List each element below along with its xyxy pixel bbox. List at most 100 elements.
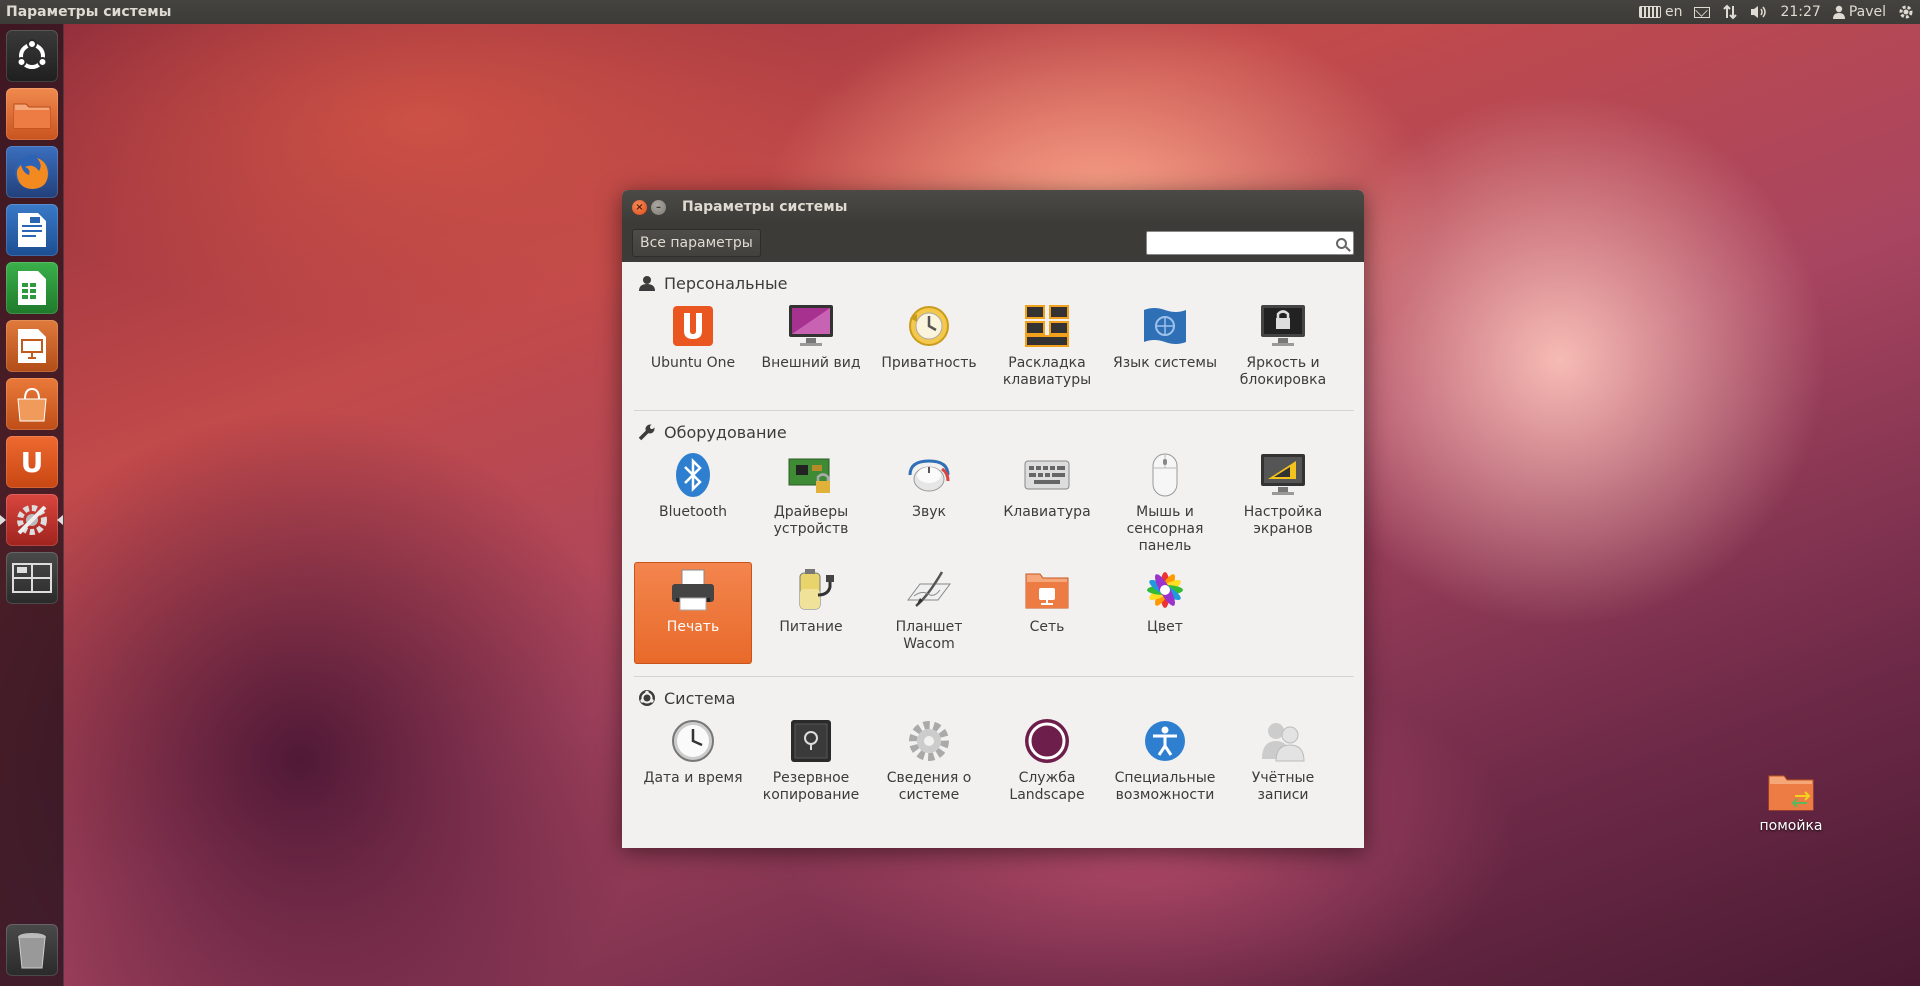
gear-icon [1899,5,1913,19]
launcher-writer[interactable] [6,204,58,256]
top-panel: Параметры системы en 21:27 Pavel [0,0,1920,24]
tile-color[interactable]: Цвет [1106,562,1224,664]
launcher-firefox[interactable] [6,146,58,198]
tile-printing[interactable]: Печать [634,562,752,664]
ubuntu-one-icon: U [20,445,44,479]
spreadsheet-icon [18,271,46,305]
tile-language[interactable]: Язык системы [1106,298,1224,398]
clock[interactable]: 21:27 [1780,4,1820,20]
section-system-grid: Дата и время Резервное копирование Сведе… [634,713,1354,813]
dash-button[interactable] [6,30,58,82]
tile-system-info[interactable]: Сведения о системе [870,713,988,813]
launcher: U [0,24,64,986]
users-icon [1260,718,1306,764]
tile-sound[interactable]: Звук [870,447,988,562]
settings-tools-icon [17,505,47,535]
printer-icon [670,567,716,613]
tile-brightness-lock[interactable]: Яркость и блокировка [1224,298,1342,398]
document-icon [18,213,46,247]
search-box[interactable] [1146,231,1354,255]
launcher-system-settings[interactable] [6,494,58,546]
minimize-button[interactable]: – [651,199,666,215]
wrench-icon [638,423,656,441]
language-flag-icon [1142,303,1188,349]
search-input[interactable] [1153,235,1336,251]
keyboard-indicator[interactable]: en [1638,4,1683,20]
tile-bluetooth[interactable]: Bluetooth [634,447,752,562]
mouse-icon [1142,452,1188,498]
section-separator [634,676,1354,677]
landscape-icon [1024,718,1070,764]
window-titlebar[interactable]: × – Параметры системы [622,190,1364,224]
user-menu[interactable]: Pavel [1832,4,1886,20]
section-hardware-grid: Bluetooth Драйверы устройств Звук Клавиа… [634,447,1354,664]
workspaces-icon [12,563,52,593]
bluetooth-icon [670,452,716,498]
user-icon [1832,5,1845,19]
window-toolbar: Все параметры [622,224,1364,262]
monitor-lock-icon [1260,303,1306,349]
tile-displays[interactable]: Настройка экранов [1224,447,1342,562]
user-name: Pavel [1848,4,1886,20]
tile-privacy[interactable]: Приватность [870,298,988,398]
tile-user-accounts[interactable]: Учётные записи [1224,713,1342,813]
section-personal-title: Персональные [664,273,788,293]
volume-knob-icon [906,452,952,498]
tile-wacom[interactable]: Планшет Wacom [870,562,988,664]
tile-power[interactable]: Питание [752,562,870,664]
safe-icon [788,718,834,764]
tile-ubuntu-one[interactable]: Ubuntu One [634,298,752,398]
display-settings-icon [1260,452,1306,498]
section-system-title: Система [664,688,736,708]
tile-landscape[interactable]: Служба Landscape [988,713,1106,813]
search-icon [1336,237,1347,249]
section-hardware-header: Оборудование [634,417,1354,447]
tile-drivers[interactable]: Драйверы устройств [752,447,870,562]
launcher-files[interactable] [6,88,58,140]
desktop-folder-label: помойка [1759,818,1823,834]
tile-date-time[interactable]: Дата и время [634,713,752,813]
tile-mouse[interactable]: Мышь и сенсорная панель [1106,447,1224,562]
launcher-impress[interactable] [6,320,58,372]
tile-appearance[interactable]: Внешний вид [752,298,870,398]
color-flower-icon [1142,567,1188,613]
tile-backup[interactable]: Резервное копирование [752,713,870,813]
folder-icon [1768,775,1814,811]
running-indicator [0,515,6,525]
keyboard-layout: en [1664,4,1683,20]
messaging-indicator[interactable] [1694,6,1711,18]
launcher-calc[interactable] [6,262,58,314]
section-system-header: Система [634,683,1354,713]
launcher-workspace-switcher[interactable] [6,552,58,604]
keyboard-layout-icon [1024,303,1070,349]
speaker-icon [1751,6,1767,18]
launcher-software-center[interactable] [6,378,58,430]
sound-indicator[interactable] [1750,4,1768,20]
section-separator [634,410,1354,411]
ubuntu-one-icon [670,303,716,349]
shopping-bag-icon [17,387,47,422]
tile-accessibility[interactable]: Специальные возможности [1106,713,1224,813]
desktop-folder-trash[interactable]: помойка [1750,770,1832,834]
all-settings-button[interactable]: Все параметры [632,229,761,257]
section-personal-header: Персональные [634,268,1354,298]
gear-icon [906,718,952,764]
clock-icon [670,718,716,764]
tile-keyboard[interactable]: Клавиатура [988,447,1106,562]
folder-icon [13,103,51,129]
launcher-ubuntu-one[interactable]: U [6,436,58,488]
monitor-appearance-icon [788,303,834,349]
ubuntu-system-icon [638,689,656,707]
tile-network[interactable]: Сеть [988,562,1106,664]
launcher-trash[interactable] [6,924,58,976]
active-indicator [57,515,63,525]
close-button[interactable]: × [632,199,647,215]
system-settings-window: × – Параметры системы Все параметры Перс… [622,190,1364,848]
tile-keyboard-layout[interactable]: Раскладка клавиатуры [988,298,1106,398]
network-indicator[interactable] [1722,4,1738,20]
mail-icon [1694,6,1711,18]
session-menu[interactable] [1898,4,1914,20]
accessibility-icon [1142,718,1188,764]
network-icon [1723,4,1738,20]
keyboard-icon [1024,452,1070,498]
